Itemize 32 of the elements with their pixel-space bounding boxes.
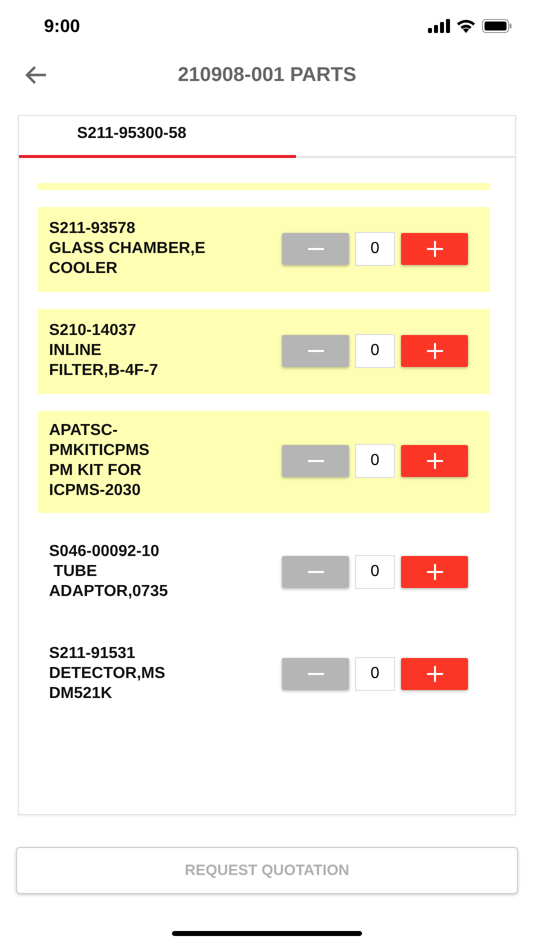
plus-icon: [426, 453, 442, 469]
increment-button[interactable]: [401, 334, 468, 366]
status-time: 9:00: [44, 16, 80, 36]
part-description: S210-14037 INLINE FILTER,B-4F-7: [49, 320, 158, 380]
quantity-field[interactable]: 0: [355, 232, 395, 266]
increment-button[interactable]: [401, 232, 468, 264]
tab[interactable]: S211-95300-58: [19, 116, 296, 158]
plus-icon: [426, 342, 442, 358]
wifi-icon: [456, 19, 476, 33]
battery-icon: [482, 19, 512, 33]
increment-button[interactable]: [401, 556, 468, 588]
quantity-field[interactable]: 0: [355, 656, 395, 690]
page-title: 210908-001 PARTS: [178, 64, 356, 86]
part-description: S211-91531 DETECTOR,MS DM521K: [49, 644, 166, 704]
back-arrow-icon[interactable]: [25, 65, 47, 85]
minus-icon: [308, 570, 324, 572]
minus-icon: [308, 672, 324, 674]
quantity-field[interactable]: 0: [355, 444, 395, 478]
minus-icon: [308, 248, 324, 250]
increment-button[interactable]: [401, 658, 468, 690]
quantity-field[interactable]: 0: [355, 334, 395, 368]
minus-icon: [308, 350, 324, 352]
quantity-field[interactable]: 0: [355, 554, 395, 588]
increment-button[interactable]: [401, 445, 468, 477]
part-description: S046-00092-10 TUBE ADAPTOR,0735: [49, 542, 168, 602]
signal-icon: [428, 19, 450, 33]
part-description: S211-93578 GLASS CHAMBER,E COOLER: [49, 218, 206, 278]
plus-icon: [426, 240, 442, 256]
plus-icon: [426, 666, 442, 682]
part-description: APATSC- PMKITICPMS PM KIT FOR ICPMS-2030: [49, 421, 150, 501]
plus-icon: [426, 564, 442, 580]
minus-icon: [308, 460, 324, 462]
